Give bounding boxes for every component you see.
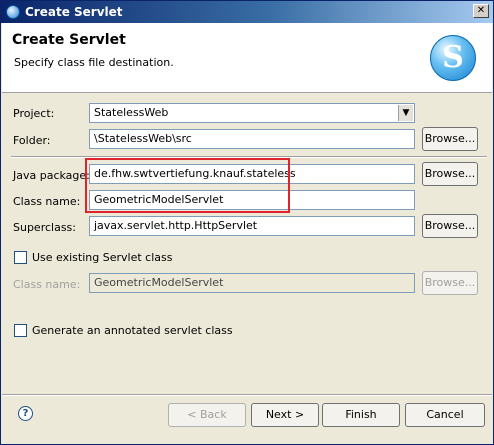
package-label: Java package: — [13, 169, 90, 182]
project-label: Project: — [13, 107, 55, 120]
superclass-label: Superclass: — [13, 221, 76, 234]
class-name-label: Class name: — [13, 195, 81, 208]
back-button[interactable]: < Back — [168, 403, 246, 427]
folder-label: Folder: — [13, 134, 51, 147]
dialog-window: Create Servlet ✕ Create Servlet Specify … — [0, 0, 494, 445]
servlet-logo-icon: S — [430, 35, 476, 81]
footer-separator — [2, 394, 492, 396]
annotated-label: Generate an annotated servlet class — [32, 324, 233, 337]
eclipse-icon — [6, 5, 20, 19]
cancel-button[interactable]: Cancel — [405, 403, 485, 427]
annotated-checkbox[interactable] — [14, 324, 27, 337]
help-icon[interactable]: ? — [18, 406, 33, 421]
package-browse-button[interactable]: Browse... — [422, 162, 478, 186]
project-value: StatelessWeb — [94, 106, 169, 119]
existing-class-browse-button[interactable]: Browse... — [422, 271, 478, 295]
superclass-browse-button[interactable]: Browse... — [422, 214, 478, 238]
close-button[interactable]: ✕ — [473, 4, 489, 18]
existing-class-label: Class name: — [13, 278, 81, 291]
existing-class-input[interactable]: GeometricModelServlet — [89, 273, 415, 293]
title-bar: Create Servlet ✕ — [1, 1, 493, 23]
finish-button[interactable]: Finish — [322, 403, 400, 427]
window-title: Create Servlet — [25, 5, 123, 19]
project-combo[interactable]: StatelessWeb ▼ — [89, 103, 415, 123]
folder-browse-button[interactable]: Browse... — [422, 127, 478, 151]
close-icon: ✕ — [476, 5, 486, 16]
page-description: Specify class file destination. — [14, 56, 174, 69]
use-existing-checkbox[interactable] — [14, 251, 27, 264]
page-title: Create Servlet — [12, 32, 126, 48]
chevron-down-icon[interactable]: ▼ — [398, 105, 413, 121]
highlight-box — [85, 158, 290, 213]
superclass-input[interactable]: javax.servlet.http.HttpServlet — [89, 216, 415, 236]
use-existing-label: Use existing Servlet class — [32, 251, 173, 264]
folder-input[interactable]: \StatelessWeb\src — [89, 129, 415, 149]
wizard-banner: Create Servlet Specify class file destin… — [2, 23, 492, 93]
next-button[interactable]: Next > — [251, 403, 319, 427]
